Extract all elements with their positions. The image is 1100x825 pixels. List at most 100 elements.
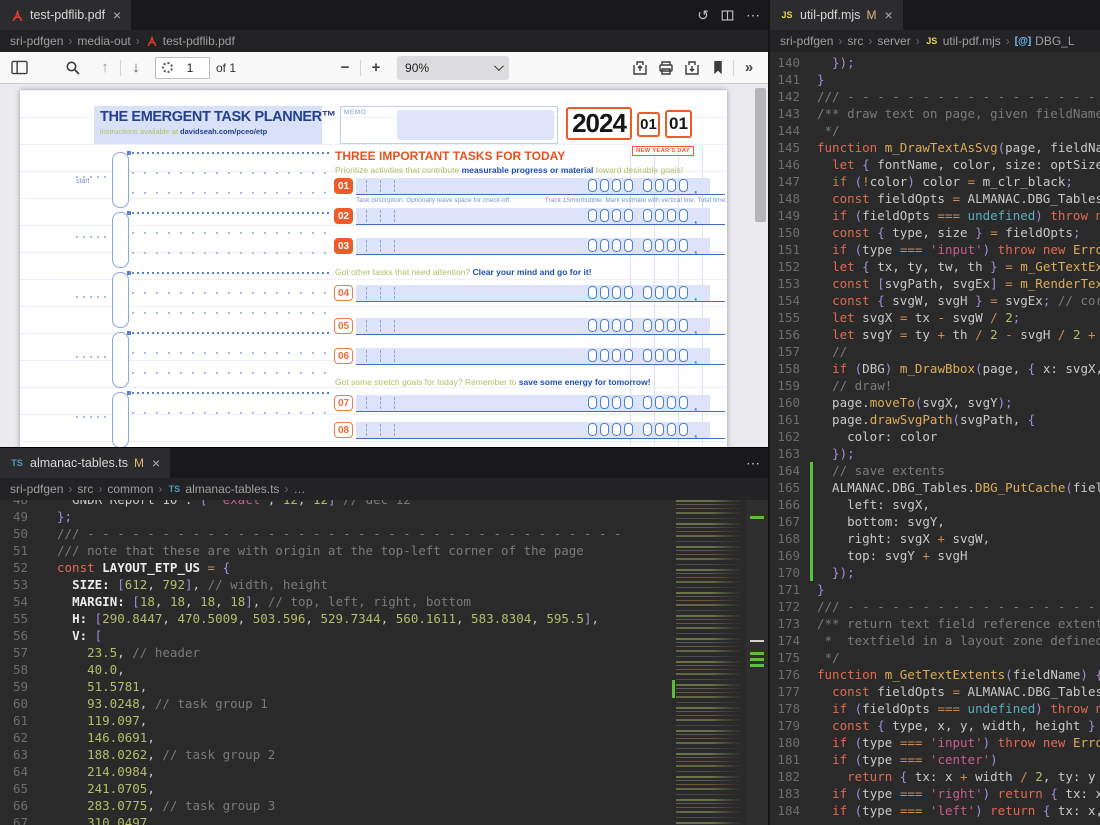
modified-badge: M [866, 8, 876, 22]
ts-tab-actions: ⋯ [746, 448, 760, 478]
close-icon[interactable]: × [884, 8, 892, 22]
total-time-line [702, 364, 725, 365]
change-mark [750, 658, 764, 661]
tab-util-pdf[interactable]: JS util-pdf.mjs M × [770, 0, 903, 30]
pdf-viewport[interactable]: THE EMERGENT TASK PLANNER™ instructions … [0, 84, 768, 447]
comma-mark: , [694, 322, 697, 336]
breadcrumb-item[interactable]: sri-pdfgen [780, 34, 833, 48]
plus-icon: + [372, 59, 381, 76]
page-number-input[interactable] [177, 61, 203, 75]
time-bubbles [588, 319, 688, 332]
vscode-window: test-pdflib.pdf × ↺ ⋯ sri-pdfgen › media… [0, 0, 1100, 825]
more-tools-button[interactable]: » [736, 55, 762, 81]
task-row: 07 , [334, 395, 727, 413]
code-lines: 140 });141}142/// - - - - - - - - - - - … [770, 52, 1100, 819]
tab-almanac-tables[interactable]: TS almanac-tables.ts M × [0, 448, 170, 478]
chevron-right-icon: › [68, 34, 72, 48]
split-editor-icon[interactable] [721, 9, 734, 22]
task-number: 02 [334, 208, 353, 224]
minimap-change-mark [672, 680, 675, 698]
bookmark-button[interactable] [705, 55, 731, 81]
overview-ruler [746, 500, 768, 825]
etp-subtitle: instructions available at davidseah.com/… [100, 127, 316, 136]
ts-file-icon: TS [167, 482, 181, 496]
breadcrumb-item[interactable]: server [877, 34, 910, 48]
next-page-button[interactable]: ↓ [123, 55, 149, 81]
task-row: 01 , [334, 178, 727, 196]
ts-code-editor[interactable]: 48 GNDR Report 10 : [ 'exact', 12, 12] /… [0, 500, 768, 825]
more-actions-icon[interactable]: ⋯ [746, 455, 760, 472]
scrollbar-thumb[interactable] [755, 88, 766, 222]
js-code-editor[interactable]: 140 });141}142/// - - - - - - - - - - - … [770, 52, 1100, 825]
etp-title: THE EMERGENT TASK PLANNER™ [100, 109, 316, 125]
task-row: 08 , [334, 422, 727, 440]
memo-box: MEMO [340, 106, 558, 144]
timeline-history-icon[interactable]: ↺ [697, 7, 709, 24]
memo-label: MEMO [344, 109, 366, 116]
ts-editor-pane: TS almanac-tables.ts M × ⋯ sri-pdfgen › … [0, 447, 768, 825]
loading-spinner-icon [162, 62, 173, 73]
breadcrumb-symbol[interactable]: [@] DBG_L [1015, 34, 1075, 48]
task-number: 07 [334, 395, 353, 411]
print-button[interactable] [653, 55, 679, 81]
task-row: 04 , [334, 285, 727, 303]
change-mark [750, 516, 764, 519]
time-bubbles [588, 239, 688, 252]
zoom-out-button[interactable]: − [332, 55, 358, 81]
minimap[interactable] [672, 500, 746, 825]
breadcrumb-file[interactable]: test-pdflib.pdf [145, 34, 235, 48]
tab-label: test-pdflib.pdf [30, 8, 105, 22]
close-icon[interactable]: × [113, 8, 121, 22]
caption-left: Task description. Optionally leave space… [356, 197, 511, 204]
pdf-preview-pane: test-pdflib.pdf × ↺ ⋯ sri-pdfgen › media… [0, 0, 768, 447]
pdf-breadcrumbs: sri-pdfgen › media-out › test-pdflib.pdf [0, 30, 768, 52]
breadcrumb-item[interactable]: sri-pdfgen [10, 34, 63, 48]
time-bubbles [588, 179, 688, 192]
breadcrumb-more[interactable]: … [293, 482, 305, 496]
zoom-level-select[interactable]: 90% [397, 56, 509, 80]
time-dot-grid [132, 152, 332, 437]
section-subtitle: Prioritize activities that contribute me… [335, 165, 683, 175]
code-lines: 48 GNDR Report 10 : [ 'exact', 12, 12] /… [0, 500, 768, 825]
breadcrumb-item[interactable]: src [77, 482, 93, 496]
breadcrumb-file-label: almanac-tables.ts [185, 482, 279, 496]
task-number: 04 [334, 285, 353, 301]
breadcrumb-file[interactable]: JS util-pdf.mjs [925, 34, 1001, 48]
breadcrumb-item[interactable]: sri-pdfgen [10, 482, 63, 496]
breadcrumb-item[interactable]: media-out [77, 34, 130, 48]
breadcrumb-item[interactable]: src [847, 34, 863, 48]
sidebar-toggle-button[interactable] [6, 55, 32, 81]
scroll-position-mark [750, 640, 764, 642]
divider [733, 60, 734, 76]
tab-label: util-pdf.mjs [800, 8, 860, 22]
js-breadcrumbs: sri-pdfgen › src › server › JS util-pdf.… [770, 30, 1100, 52]
search-button[interactable] [60, 55, 86, 81]
more-actions-icon[interactable]: ⋯ [746, 7, 760, 24]
task-row: 03 , [334, 238, 727, 256]
js-tabbar: JS util-pdf.mjs M × [770, 0, 1100, 30]
etp-title-box: THE EMERGENT TASK PLANNER™ instructions … [94, 106, 322, 144]
zoom-in-button[interactable]: + [363, 55, 389, 81]
breadcrumb-file[interactable]: TS almanac-tables.ts [167, 482, 279, 496]
comma-mark: , [694, 426, 697, 440]
arrow-down-icon: ↓ [132, 59, 140, 76]
time-bubbles [588, 209, 688, 222]
caption-right: Track 15min/bubble. Mark estimate with v… [545, 197, 727, 204]
section-text: Got other tasks that need attention? Cle… [335, 267, 592, 277]
tab-test-pdflib[interactable]: test-pdflib.pdf × [0, 0, 131, 30]
ts-file-icon: TS [10, 456, 24, 470]
date-day: 01 [665, 110, 692, 138]
chevron-right-icon: › [158, 482, 162, 496]
close-icon[interactable]: × [152, 456, 160, 470]
js-file-icon: JS [780, 8, 794, 22]
section-text: Got some stretch goals for today? Rememb… [335, 377, 651, 387]
pdf-tabbar: test-pdflib.pdf × ↺ ⋯ [0, 0, 768, 30]
open-file-button[interactable] [627, 55, 653, 81]
previous-page-button[interactable]: ↑ [92, 55, 118, 81]
js-file-icon: JS [925, 34, 939, 48]
time-bubbles [588, 286, 688, 299]
save-button[interactable] [679, 55, 705, 81]
minus-icon: − [341, 59, 350, 76]
breadcrumb-symbol-label: DBG_L [1035, 34, 1074, 48]
breadcrumb-item[interactable]: common [107, 482, 153, 496]
